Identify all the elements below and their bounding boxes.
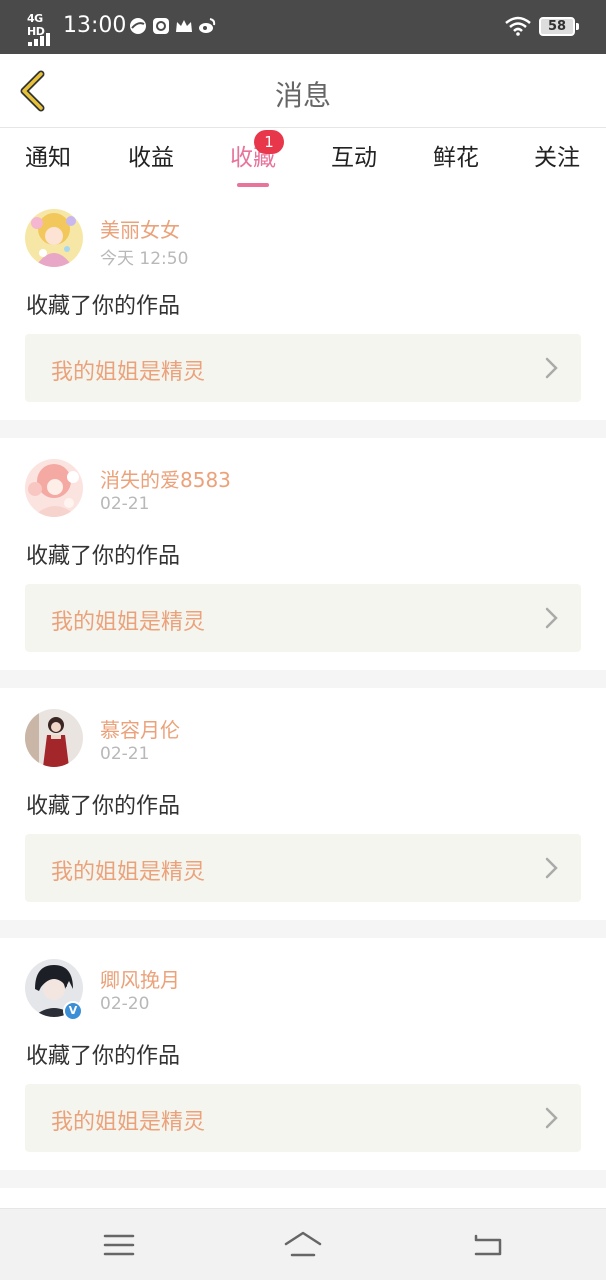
notification-item: V 卿风挽月 02-20 收藏了你的作品 我的姐姐是精灵	[0, 938, 606, 1170]
work-title: 我的姐姐是精灵	[51, 610, 206, 635]
timestamp: 今天 12:50	[100, 249, 189, 269]
work-title: 我的姐姐是精灵	[51, 360, 206, 385]
tab-earnings[interactable]: 收益	[111, 138, 191, 172]
action-text: 收藏了你的作品	[26, 794, 181, 819]
tab-label: 收益	[128, 145, 174, 171]
page-title: 消息	[274, 79, 331, 112]
work-link[interactable]: 我的姐姐是精灵	[25, 334, 581, 402]
menu-icon[interactable]	[99, 1229, 139, 1261]
tab-notifications[interactable]: 通知	[8, 138, 88, 172]
battery-icon: 58	[539, 17, 579, 36]
username[interactable]: 美丽女女	[100, 214, 180, 243]
notification-item: 消失的爱8583 02-21 收藏了你的作品 我的姐姐是精灵	[0, 438, 606, 670]
notification-item	[0, 1188, 606, 1208]
chevron-right-icon	[545, 357, 558, 379]
work-title: 我的姐姐是精灵	[51, 860, 206, 885]
tab-label: 鲜花	[433, 145, 479, 171]
weibo-icon	[199, 18, 216, 33]
app-icon	[130, 18, 146, 34]
username[interactable]: 慕容月伦	[100, 714, 180, 743]
username[interactable]: 卿风挽月	[100, 964, 180, 993]
tab-label: 互动	[331, 145, 377, 171]
wifi-icon	[505, 16, 531, 36]
tab-flowers[interactable]: 鲜花	[416, 138, 496, 172]
tab-label: 关注	[534, 145, 580, 171]
username[interactable]: 消失的爱8583	[100, 464, 231, 493]
tab-follows[interactable]: 关注	[517, 138, 597, 172]
crown-icon	[176, 20, 192, 32]
active-tab-indicator	[237, 183, 269, 187]
signal-icon	[28, 27, 52, 46]
app-header: 消息	[0, 54, 606, 128]
action-text: 收藏了你的作品	[26, 294, 181, 319]
verified-badge: V	[63, 1001, 83, 1021]
tab-label: 通知	[25, 145, 71, 171]
notification-item: 美丽女女 今天 12:50 收藏了你的作品 我的姐姐是精灵	[0, 188, 606, 420]
avatar[interactable]	[25, 459, 83, 517]
status-bar: 4G HD 13:00 58	[0, 0, 606, 54]
tab-bar: 通知 收益 收藏 1 互动 鲜花 关注	[0, 128, 606, 190]
unread-badge: 1	[254, 130, 284, 154]
chevron-right-icon	[545, 607, 558, 629]
system-nav-bar	[0, 1208, 606, 1280]
home-icon[interactable]	[283, 1229, 323, 1261]
notification-item: 慕容月伦 02-21 收藏了你的作品 我的姐姐是精灵	[0, 688, 606, 920]
work-link[interactable]: 我的姐姐是精灵	[25, 584, 581, 652]
message-icon	[153, 18, 169, 34]
tab-interactions[interactable]: 互动	[314, 138, 394, 172]
timestamp: 02-21	[100, 494, 150, 514]
avatar[interactable]	[25, 209, 83, 267]
back-icon[interactable]	[467, 1229, 507, 1261]
clock: 13:00	[63, 13, 127, 38]
work-link[interactable]: 我的姐姐是精灵	[25, 834, 581, 902]
network-indicator: 4G HD	[27, 12, 57, 46]
work-title: 我的姐姐是精灵	[51, 1110, 206, 1135]
timestamp: 02-20	[100, 994, 150, 1014]
chevron-right-icon	[545, 1107, 558, 1129]
avatar[interactable]	[25, 709, 83, 767]
work-link[interactable]: 我的姐姐是精灵	[25, 1084, 581, 1152]
chevron-right-icon	[545, 857, 558, 879]
timestamp: 02-21	[100, 744, 150, 764]
action-text: 收藏了你的作品	[26, 544, 181, 569]
tab-favorites[interactable]: 收藏 1	[213, 130, 293, 187]
action-text: 收藏了你的作品	[26, 1044, 181, 1069]
